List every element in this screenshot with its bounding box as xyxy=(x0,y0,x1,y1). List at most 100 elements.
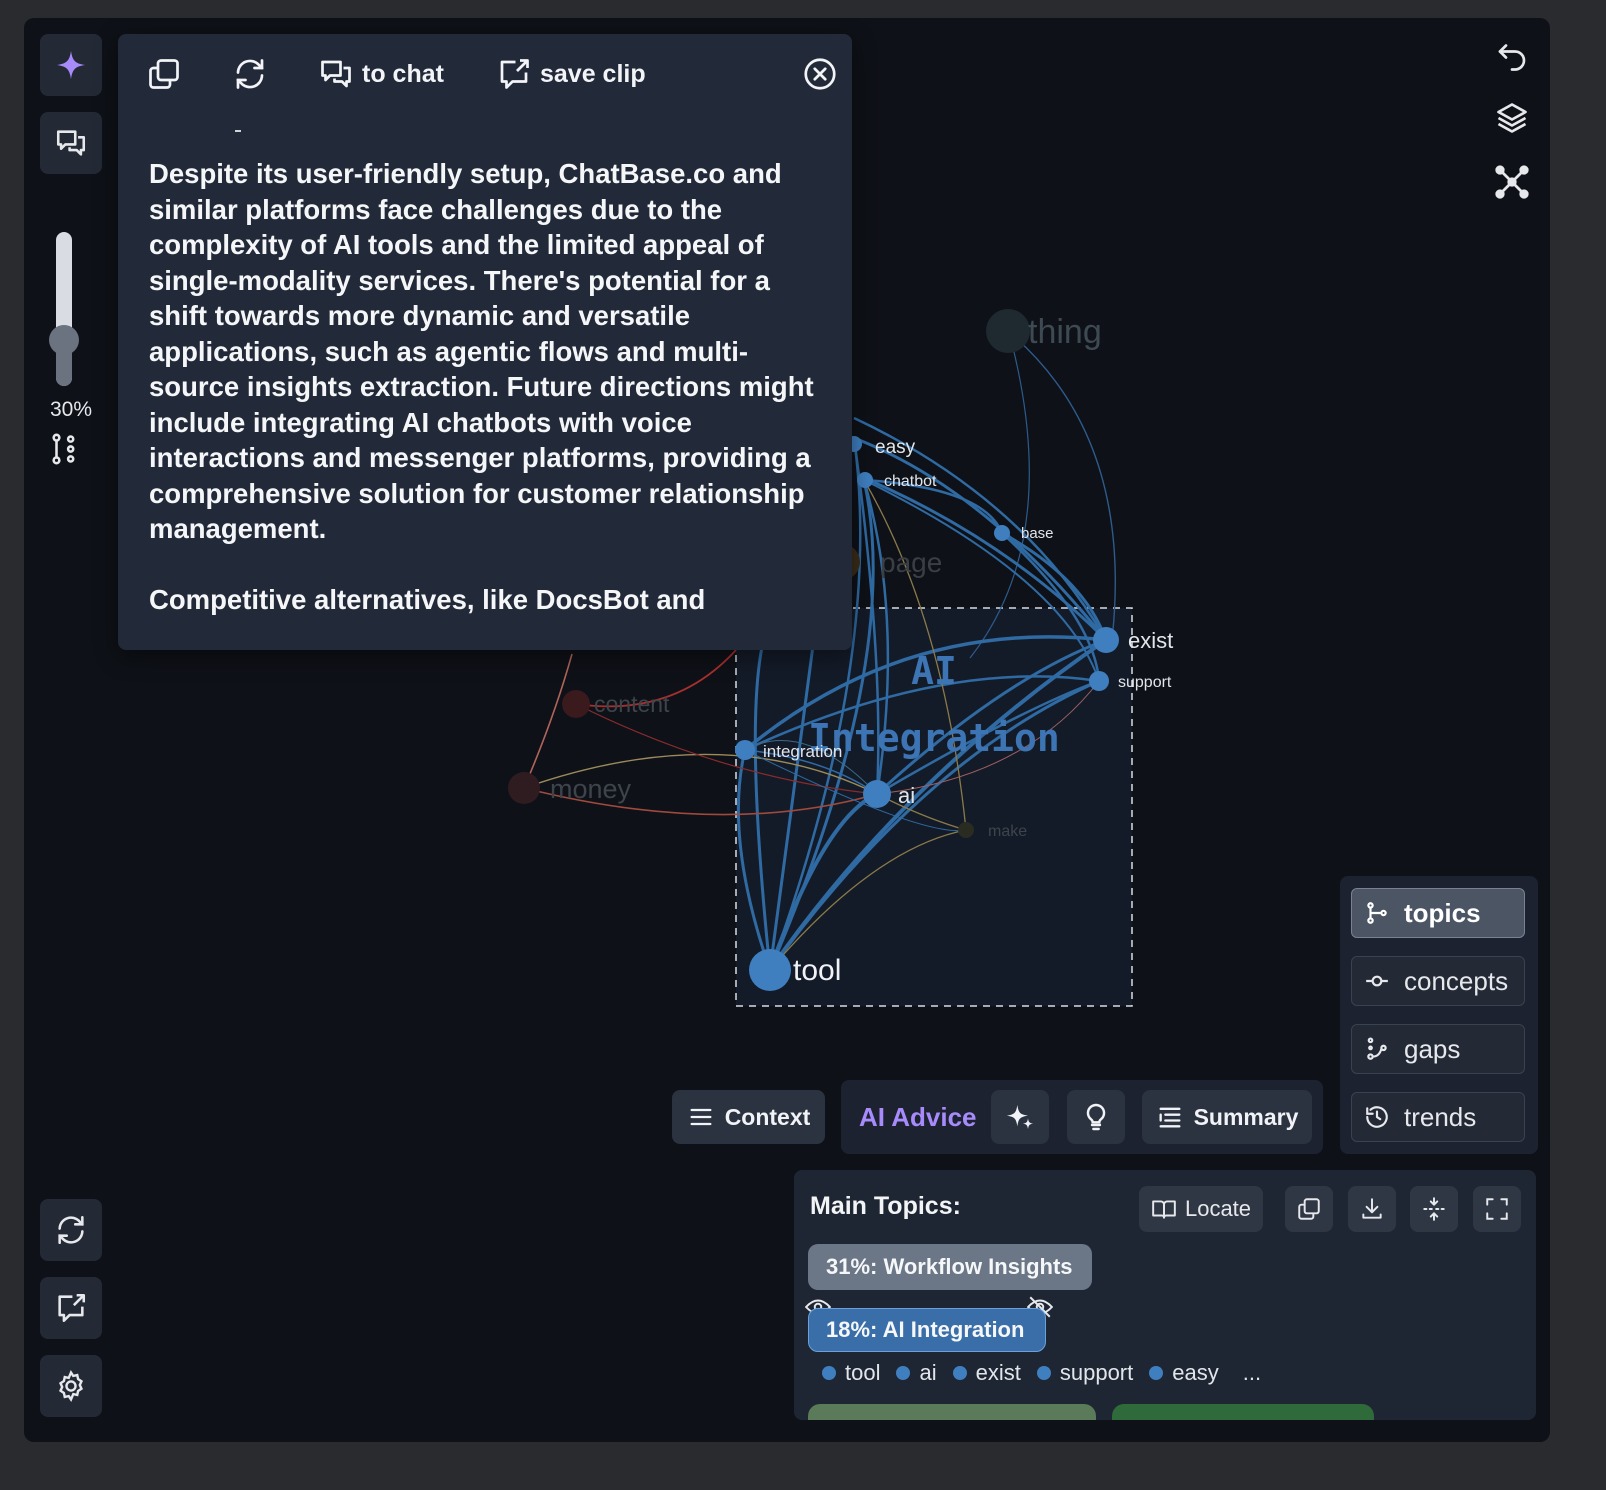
more-keywords[interactable]: ... xyxy=(1243,1360,1261,1386)
refresh-icon xyxy=(58,1215,84,1245)
view-gaps-label: gaps xyxy=(1404,1033,1461,1064)
download-button[interactable] xyxy=(1348,1186,1396,1232)
cluster-title-line2: Integration xyxy=(808,716,1060,760)
undo-icon[interactable] xyxy=(1494,38,1530,74)
summary-button[interactable]: Summary xyxy=(1142,1090,1312,1144)
node-label-exist: exist xyxy=(1128,628,1173,653)
node-exist[interactable] xyxy=(1093,627,1119,653)
share-chat-icon xyxy=(58,1293,86,1323)
download-icon xyxy=(1362,1198,1382,1219)
topic-pill-partial[interactable] xyxy=(1112,1404,1374,1420)
save-clip-button[interactable]: save clip xyxy=(496,54,646,94)
commit-icon xyxy=(1366,975,1388,987)
node-tool[interactable] xyxy=(749,949,791,991)
share-button[interactable] xyxy=(40,1277,102,1339)
node-label-chatbot: chatbot xyxy=(884,473,937,490)
keyword-support[interactable]: support xyxy=(1036,1360,1133,1386)
view-concepts-label: concepts xyxy=(1404,965,1509,996)
to-chat-button[interactable]: to chat xyxy=(318,54,444,94)
topic-pill-ai-integration[interactable]: 18%: AI Integration xyxy=(808,1308,1046,1352)
popup-paragraph: Competitive alternatives, like DocsBot a… xyxy=(149,583,706,615)
node-label-thing: thing xyxy=(1028,313,1102,351)
app-window: AI Integration thing easy chatbot base p… xyxy=(24,18,1550,1442)
node-support[interactable] xyxy=(1089,671,1109,691)
fullscreen-button[interactable] xyxy=(1473,1186,1521,1232)
keyword-exist[interactable]: exist xyxy=(952,1360,1021,1386)
keyword-ai[interactable]: ai xyxy=(896,1360,937,1386)
popup-text[interactable]: Despite its user-friendly setup, ChatBas… xyxy=(149,156,829,650)
chat-bubbles-icon xyxy=(321,60,351,88)
fullscreen-icon xyxy=(1486,1198,1508,1220)
list-icon xyxy=(1159,1107,1181,1128)
node-integration[interactable] xyxy=(735,740,755,760)
node-label-ai: ai xyxy=(898,783,915,808)
zoom-slider-handle[interactable] xyxy=(49,325,79,355)
book-open-icon xyxy=(1152,1200,1176,1219)
node-label-money: money xyxy=(550,774,632,804)
view-concepts-button[interactable]: concepts xyxy=(1351,956,1525,1006)
reload-graph-button[interactable] xyxy=(40,1199,102,1261)
node-thing[interactable] xyxy=(986,309,1030,353)
refresh-icon xyxy=(236,59,264,89)
ai-advice-button[interactable]: AI Advice xyxy=(859,1102,977,1133)
scroll-remnant xyxy=(235,130,241,132)
history-icon xyxy=(1366,1106,1388,1128)
view-mode-panel: topics concepts gaps trends xyxy=(1340,876,1538,1154)
gaps-icon xyxy=(1367,1037,1387,1060)
context-label: Context xyxy=(724,1103,811,1130)
copy-topics-button[interactable] xyxy=(1285,1186,1333,1232)
generate-insight-button[interactable] xyxy=(991,1090,1049,1144)
node-label-integration: integration xyxy=(763,742,842,761)
view-trends-button[interactable]: trends xyxy=(1351,1092,1525,1142)
keyword-tool[interactable]: tool xyxy=(822,1360,880,1386)
layers-icon[interactable] xyxy=(1494,100,1530,136)
topic-pill-partial[interactable] xyxy=(808,1404,1096,1420)
chat-bubbles-icon xyxy=(56,130,86,156)
sparkles-icon xyxy=(1006,1105,1034,1129)
ideas-button[interactable] xyxy=(1067,1090,1125,1144)
node-chatbot[interactable] xyxy=(857,472,873,488)
topic-keywords: tool ai exist support easy ... xyxy=(822,1360,1277,1386)
node-label-content: content xyxy=(594,691,670,717)
zoom-level: 30% xyxy=(49,398,93,421)
node-make[interactable] xyxy=(958,822,974,838)
node-depth-icon[interactable] xyxy=(48,432,82,466)
ai-toolbar: AI Advice Summary xyxy=(841,1080,1323,1154)
topic-pill-workflow-insights[interactable]: 31%: Workflow Insights xyxy=(808,1244,1092,1290)
external-link-icon xyxy=(500,59,529,89)
locate-button[interactable]: Locate xyxy=(1139,1186,1263,1232)
node-content[interactable] xyxy=(562,690,590,718)
zoom-slider[interactable] xyxy=(56,232,72,386)
lightbulb-icon xyxy=(1086,1103,1106,1131)
view-topics-button[interactable]: topics xyxy=(1351,888,1525,938)
view-trends-label: trends xyxy=(1404,1101,1477,1132)
gear-icon xyxy=(58,1370,84,1402)
settings-button[interactable] xyxy=(40,1355,102,1417)
copy-icon xyxy=(149,59,179,89)
view-gaps-button[interactable]: gaps xyxy=(1351,1024,1525,1074)
context-button[interactable]: Context xyxy=(672,1090,825,1144)
copy-button[interactable] xyxy=(146,54,182,94)
branch-icon xyxy=(1367,902,1387,924)
node-ai[interactable] xyxy=(863,780,891,808)
network-icon[interactable] xyxy=(1494,164,1530,200)
node-label-page: page xyxy=(880,547,942,578)
view-topics-label: topics xyxy=(1404,897,1481,928)
node-label-support: support xyxy=(1118,674,1172,691)
keyword-easy[interactable]: easy xyxy=(1149,1360,1219,1386)
close-popup-button[interactable] xyxy=(802,54,838,94)
node-label-base: base xyxy=(1021,525,1054,542)
close-circle-icon xyxy=(804,58,836,90)
collapse-button[interactable] xyxy=(1410,1186,1458,1232)
node-label-make: make xyxy=(988,823,1027,840)
ai-assistant-button[interactable] xyxy=(40,34,102,96)
regenerate-button[interactable] xyxy=(232,54,268,94)
menu-icon xyxy=(690,1108,712,1126)
node-label-tool: tool xyxy=(793,954,841,987)
main-topics-panel: Main Topics: Locate 31%: Workflow Insigh… xyxy=(794,1170,1536,1420)
node-money[interactable] xyxy=(508,772,540,804)
chat-button[interactable] xyxy=(40,112,102,174)
main-topics-title: Main Topics: xyxy=(810,1192,961,1220)
node-base[interactable] xyxy=(994,525,1010,541)
node-label-easy: easy xyxy=(875,437,916,458)
